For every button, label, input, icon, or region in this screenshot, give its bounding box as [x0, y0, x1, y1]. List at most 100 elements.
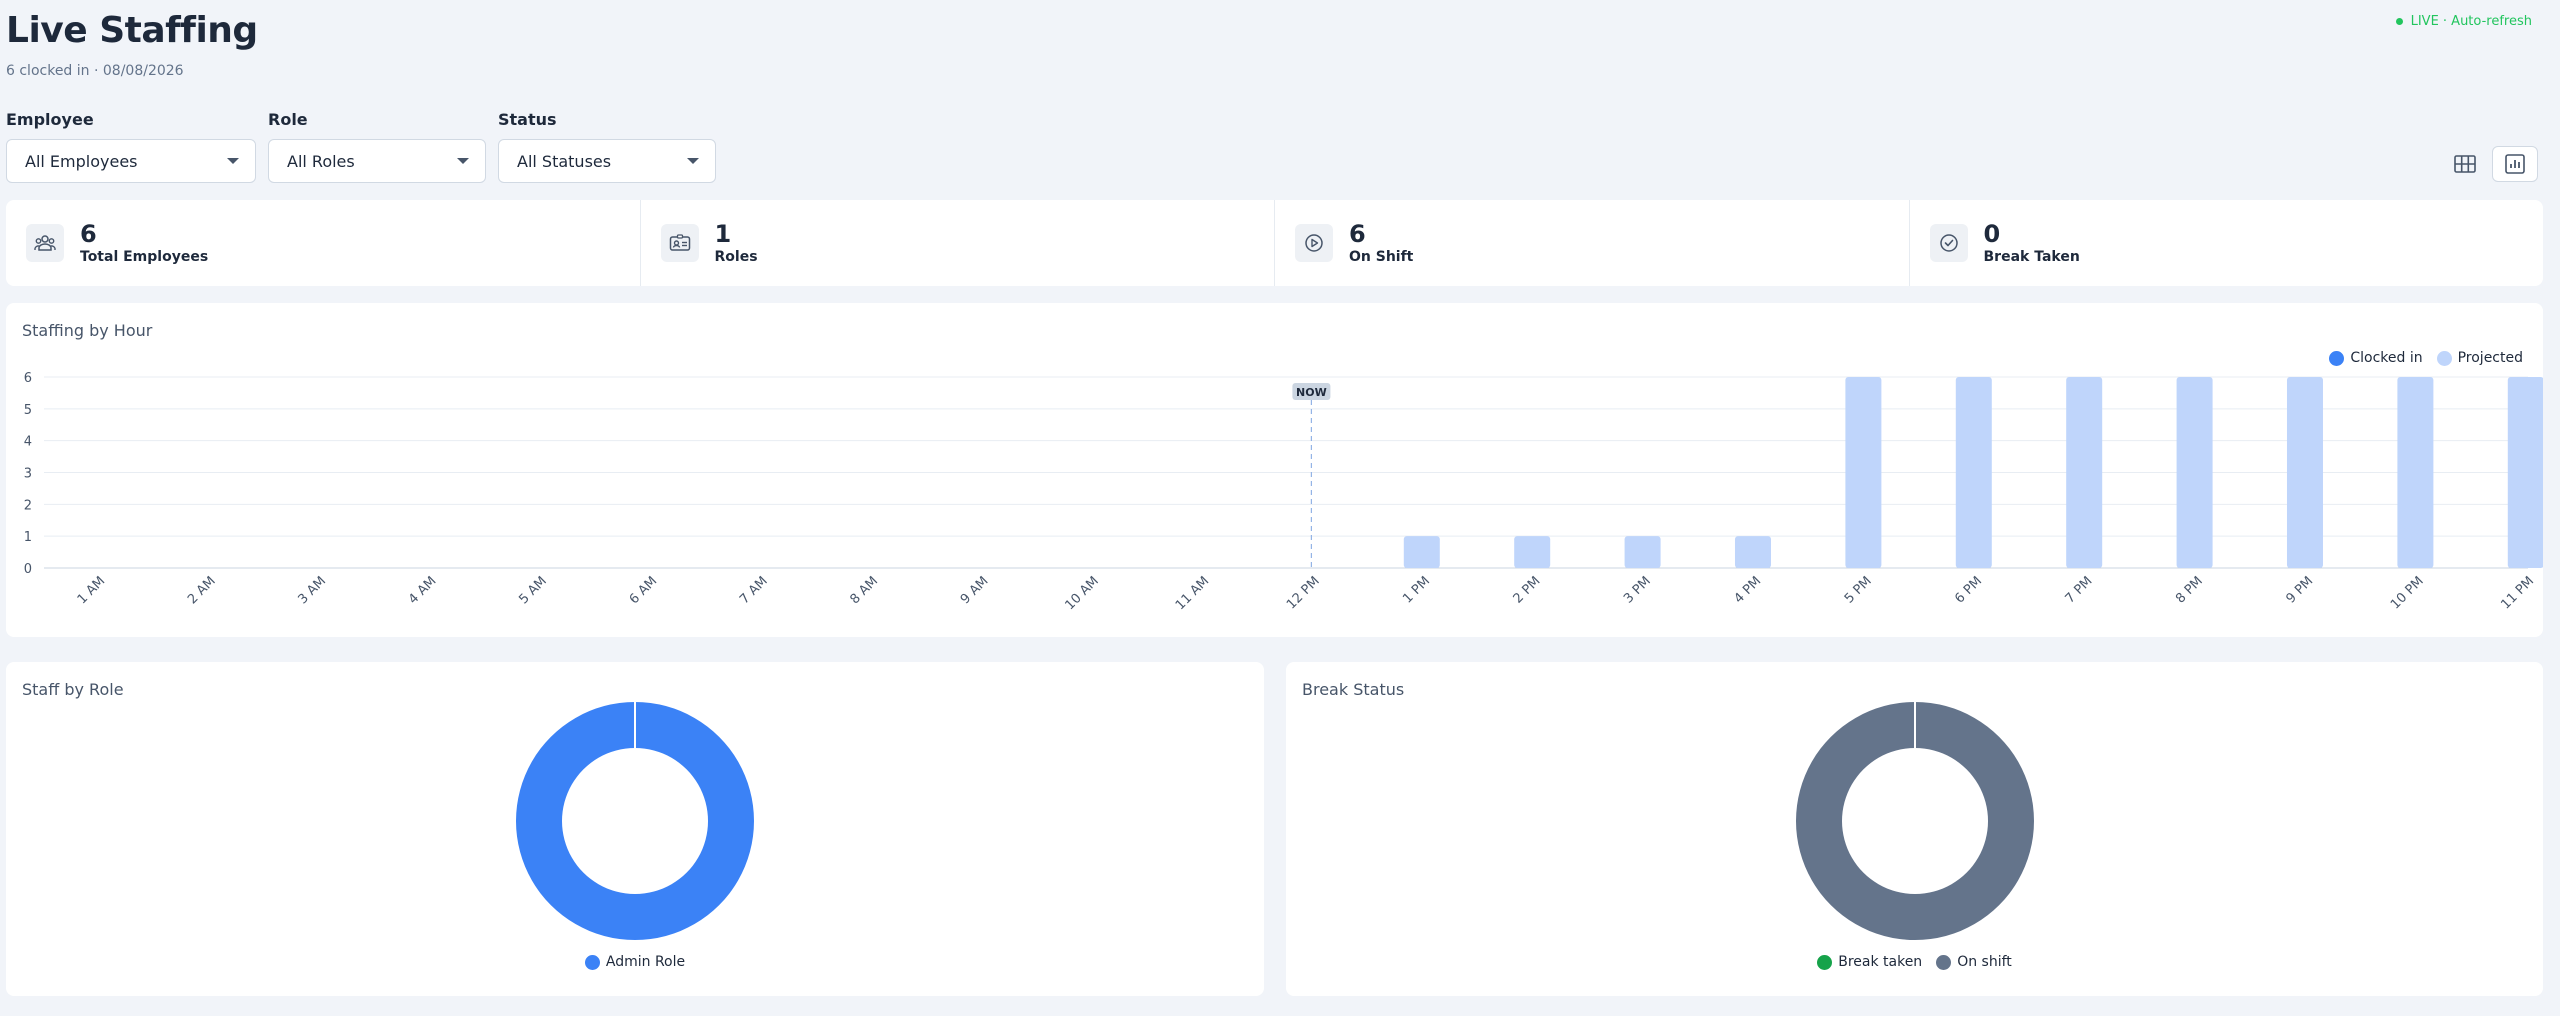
bar-projected [2176, 377, 2213, 568]
page-title: Live Staffing [6, 10, 258, 51]
bar-projected [1514, 536, 1551, 568]
stat-label: Roles [714, 249, 758, 265]
bar-projected [2397, 377, 2434, 568]
break-legend: Break taken On shift [1286, 954, 2543, 970]
role-select-value: All Roles [287, 151, 355, 171]
staffing-by-hour-card: Staffing by Hour Clocked in Projected 01… [6, 303, 2543, 637]
legend-label: On shift [1957, 954, 2012, 970]
legend-item-break-taken[interactable]: Break taken [1817, 954, 1922, 970]
bar-projected [1845, 377, 1882, 568]
x-tick-label: 10 PM [2388, 574, 2427, 613]
stat-label: Total Employees [80, 249, 209, 265]
x-tick-label: 9 AM [958, 574, 992, 608]
x-tick-label: 8 AM [848, 574, 882, 608]
legend-item-on-shift[interactable]: On shift [1936, 954, 2012, 970]
live-dot-icon [2395, 18, 2403, 25]
live-label: LIVE · Auto-refresh [2410, 14, 2532, 29]
role-filter: Role All Roles [268, 110, 486, 183]
role-select[interactable]: All Roles [268, 139, 486, 183]
y-tick-label: 2 [24, 498, 32, 513]
x-tick-label: 11 AM [1173, 574, 1212, 613]
x-tick-label: 5 PM [1842, 574, 1875, 607]
x-tick-label: 1 PM [1400, 574, 1433, 607]
chart-view-icon [2505, 154, 2525, 174]
y-tick-label: 5 [24, 403, 32, 418]
page-subtitle: 6 clocked in · 08/08/2026 [6, 63, 184, 79]
status-filter-label: Status [498, 110, 557, 129]
live-indicator: LIVE · Auto-refresh [2395, 14, 2532, 29]
role-legend: Admin Role [6, 954, 1264, 970]
stat-on-shift: 6 On Shift [1275, 200, 1910, 286]
status-filter: Status All Statuses [498, 110, 716, 183]
y-tick-label: 6 [24, 371, 32, 386]
staffing-bar-chart: 0 1 2 3 4 5 6 1 AM 2 AM 3 AM 4 AM 5 AM 6 AM 7 AM 8 AM 9… [24, 371, 2543, 613]
bar-projected [2286, 377, 2323, 568]
employee-filter: Employee All Employees [6, 110, 256, 183]
stat-break-taken: 0 Break Taken [1910, 200, 2544, 286]
x-tick-label: 7 AM [737, 574, 771, 608]
stat-total-employees: 6 Total Employees [6, 200, 641, 286]
stat-value: 1 [714, 220, 732, 248]
status-select-value: All Statuses [517, 151, 612, 171]
x-tick-label: 10 AM [1062, 574, 1101, 613]
grid-view-icon [2454, 155, 2476, 173]
grid-view-button[interactable] [2442, 146, 2488, 182]
y-tick-label: 3 [24, 467, 32, 482]
legend-swatch-icon [584, 954, 600, 970]
staff-by-role-card: Staff by Role Admin Role [6, 662, 1264, 996]
chevron-down-icon [457, 158, 469, 164]
chart-view-button[interactable] [2492, 146, 2538, 182]
now-label: NOW [1296, 386, 1327, 399]
y-tick-label: 0 [24, 562, 32, 577]
bar-projected [2066, 377, 2103, 568]
x-tick-label: 5 AM [516, 574, 550, 608]
staff-by-role-donut [515, 702, 754, 940]
x-tick-label: 3 PM [1621, 574, 1654, 607]
x-tick-label: 9 PM [2283, 574, 2316, 607]
legend-label: Break taken [1838, 954, 1923, 970]
bar-projected [1624, 536, 1661, 568]
check-circle-icon [1929, 224, 1968, 262]
role-filter-label: Role [268, 110, 308, 129]
stats-bar: 6 Total Employees 1 Roles 6 On Shift 0 B… [6, 200, 2543, 286]
legend-swatch-icon [1817, 954, 1833, 970]
x-tick-label: 2 PM [1511, 574, 1544, 607]
chevron-down-icon [227, 158, 239, 164]
x-tick-label: 1 AM [75, 574, 109, 608]
employee-select[interactable]: All Employees [6, 139, 256, 183]
id-card-icon [660, 224, 699, 262]
x-tick-label: 4 AM [406, 574, 440, 608]
stat-value: 6 [80, 220, 97, 248]
x-tick-label: 8 PM [2173, 574, 2206, 607]
y-tick-label: 4 [24, 435, 32, 450]
stat-value: 6 [1349, 220, 1366, 248]
employee-filter-label: Employee [6, 110, 94, 129]
x-tick-label: 11 PM [2498, 574, 2537, 613]
stat-roles: 1 Roles [641, 200, 1275, 286]
play-circle-icon [1295, 224, 1333, 262]
legend-swatch-icon [1936, 954, 1952, 970]
stat-label: On Shift [1349, 249, 1414, 265]
y-tick-label: 1 [24, 530, 32, 545]
x-tick-label: 12 PM [1284, 574, 1323, 613]
stat-value: 0 [1983, 220, 2001, 248]
employee-select-value: All Employees [25, 151, 138, 171]
x-tick-label: 6 AM [627, 574, 661, 608]
bar-projected [1403, 536, 1440, 568]
users-icon [26, 224, 64, 262]
x-tick-label: 4 PM [1731, 574, 1764, 607]
x-tick-label: 2 AM [185, 574, 219, 608]
x-tick-label: 3 AM [296, 574, 330, 608]
legend-label: Admin Role [605, 954, 686, 970]
chevron-down-icon [687, 158, 699, 164]
legend-item-admin-role[interactable]: Admin Role [584, 954, 686, 970]
x-tick-label: 7 PM [2063, 574, 2096, 607]
stat-label: Break Taken [1983, 249, 2080, 265]
break-status-donut [1795, 702, 2034, 940]
status-select[interactable]: All Statuses [498, 139, 716, 183]
bar-projected [2507, 377, 2543, 568]
break-status-card: Break Status Break taken On shift [1286, 662, 2543, 996]
bar-projected [1955, 377, 1992, 568]
bar-projected [1734, 536, 1771, 568]
x-tick-label: 6 PM [1952, 574, 1985, 607]
